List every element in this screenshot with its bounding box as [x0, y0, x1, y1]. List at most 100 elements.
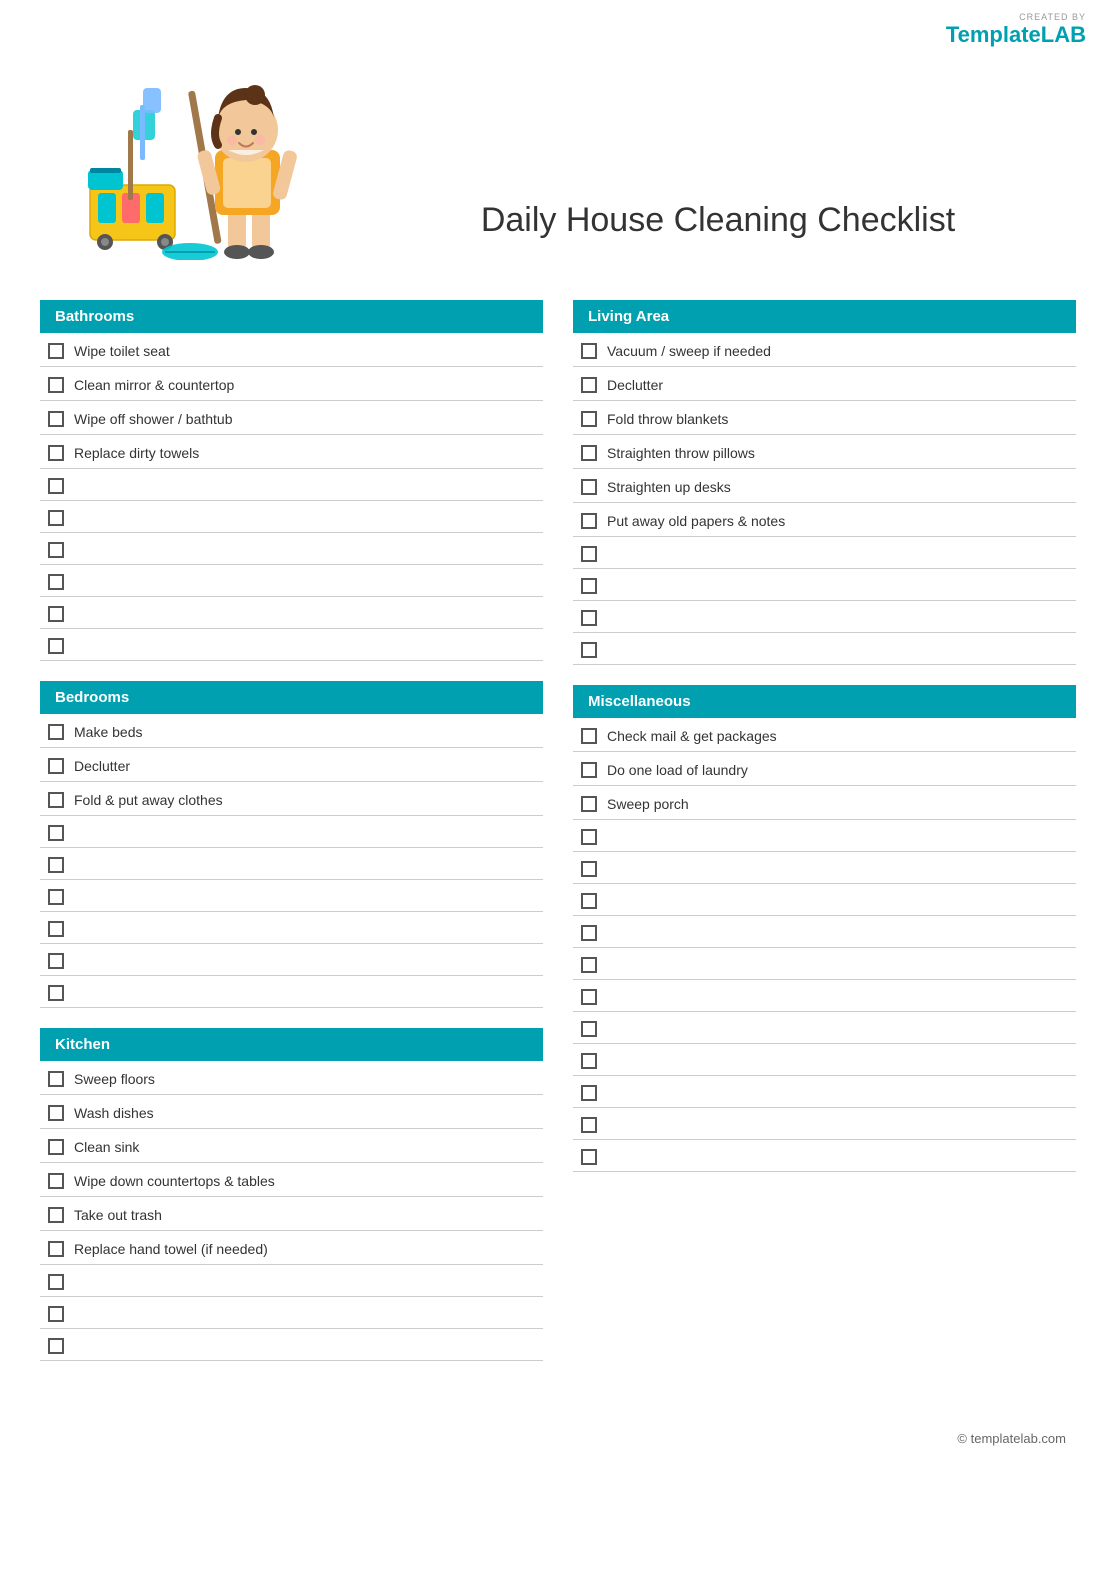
checkbox-icon[interactable]: [48, 953, 64, 969]
checkbox-icon[interactable]: [48, 921, 64, 937]
checkbox-icon[interactable]: [48, 1241, 64, 1257]
list-item[interactable]: [573, 1012, 1076, 1044]
list-item[interactable]: Replace dirty towels: [40, 435, 543, 469]
checkbox-icon[interactable]: [581, 796, 597, 812]
checkbox-icon[interactable]: [48, 724, 64, 740]
list-item[interactable]: Replace hand towel (if needed): [40, 1231, 543, 1265]
list-item[interactable]: [40, 501, 543, 533]
checkbox-icon[interactable]: [581, 728, 597, 744]
checkbox-icon[interactable]: [48, 343, 64, 359]
list-item[interactable]: [40, 1297, 543, 1329]
list-item[interactable]: [40, 944, 543, 976]
list-item[interactable]: [40, 880, 543, 912]
checkbox-icon[interactable]: [581, 1021, 597, 1037]
checkbox-icon[interactable]: [581, 513, 597, 529]
list-item[interactable]: [573, 916, 1076, 948]
checkbox-icon[interactable]: [48, 1071, 64, 1087]
checkbox-icon[interactable]: [48, 1105, 64, 1121]
list-item[interactable]: [573, 948, 1076, 980]
checkbox-icon[interactable]: [581, 1117, 597, 1133]
list-item[interactable]: Clean mirror & countertop: [40, 367, 543, 401]
checkbox-icon[interactable]: [581, 377, 597, 393]
list-item[interactable]: [573, 1076, 1076, 1108]
list-item[interactable]: Straighten up desks: [573, 469, 1076, 503]
checkbox-icon[interactable]: [48, 377, 64, 393]
list-item[interactable]: [573, 633, 1076, 665]
checkbox-icon[interactable]: [48, 638, 64, 654]
checkbox-icon[interactable]: [581, 445, 597, 461]
list-item[interactable]: Put away old papers & notes: [573, 503, 1076, 537]
list-item[interactable]: [40, 816, 543, 848]
checkbox-icon[interactable]: [581, 861, 597, 877]
checkbox-icon[interactable]: [48, 889, 64, 905]
checkbox-icon[interactable]: [48, 985, 64, 1001]
checkbox-icon[interactable]: [48, 825, 64, 841]
list-item[interactable]: [40, 565, 543, 597]
checkbox-icon[interactable]: [581, 479, 597, 495]
checkbox-icon[interactable]: [581, 578, 597, 594]
checkbox-icon[interactable]: [48, 1274, 64, 1290]
list-item[interactable]: [573, 569, 1076, 601]
list-item[interactable]: [573, 852, 1076, 884]
list-item[interactable]: Do one load of laundry: [573, 752, 1076, 786]
checkbox-icon[interactable]: [48, 1338, 64, 1354]
list-item[interactable]: [40, 469, 543, 501]
checkbox-icon[interactable]: [48, 1306, 64, 1322]
list-item[interactable]: [573, 537, 1076, 569]
list-item[interactable]: Fold throw blankets: [573, 401, 1076, 435]
checkbox-icon[interactable]: [48, 606, 64, 622]
checkbox-icon[interactable]: [48, 758, 64, 774]
checkbox-icon[interactable]: [48, 1139, 64, 1155]
checkbox-icon[interactable]: [48, 510, 64, 526]
list-item[interactable]: [40, 848, 543, 880]
list-item[interactable]: Take out trash: [40, 1197, 543, 1231]
checkbox-icon[interactable]: [48, 1207, 64, 1223]
list-item[interactable]: Straighten throw pillows: [573, 435, 1076, 469]
checkbox-icon[interactable]: [581, 411, 597, 427]
checkbox-icon[interactable]: [581, 610, 597, 626]
checkbox-icon[interactable]: [581, 546, 597, 562]
list-item[interactable]: [40, 1265, 543, 1297]
list-item[interactable]: [573, 601, 1076, 633]
list-item[interactable]: Sweep floors: [40, 1061, 543, 1095]
list-item[interactable]: Check mail & get packages: [573, 718, 1076, 752]
checkbox-icon[interactable]: [48, 792, 64, 808]
list-item[interactable]: [573, 820, 1076, 852]
checkbox-icon[interactable]: [581, 829, 597, 845]
checkbox-icon[interactable]: [48, 411, 64, 427]
list-item[interactable]: Fold & put away clothes: [40, 782, 543, 816]
checkbox-icon[interactable]: [48, 542, 64, 558]
checkbox-icon[interactable]: [48, 857, 64, 873]
checkbox-icon[interactable]: [581, 1053, 597, 1069]
checkbox-icon[interactable]: [48, 1173, 64, 1189]
list-item[interactable]: [573, 1044, 1076, 1076]
list-item[interactable]: [573, 884, 1076, 916]
list-item[interactable]: [40, 629, 543, 661]
checkbox-icon[interactable]: [581, 343, 597, 359]
list-item[interactable]: Wipe off shower / bathtub: [40, 401, 543, 435]
checkbox-icon[interactable]: [48, 445, 64, 461]
list-item[interactable]: Declutter: [40, 748, 543, 782]
list-item[interactable]: [40, 976, 543, 1008]
list-item[interactable]: Wipe down countertops & tables: [40, 1163, 543, 1197]
list-item[interactable]: [40, 1329, 543, 1361]
list-item[interactable]: Make beds: [40, 714, 543, 748]
checkbox-icon[interactable]: [581, 642, 597, 658]
list-item[interactable]: Clean sink: [40, 1129, 543, 1163]
checkbox-icon[interactable]: [581, 957, 597, 973]
list-item[interactable]: Declutter: [573, 367, 1076, 401]
checkbox-icon[interactable]: [581, 1149, 597, 1165]
list-item[interactable]: [40, 597, 543, 629]
list-item[interactable]: Vacuum / sweep if needed: [573, 333, 1076, 367]
checkbox-icon[interactable]: [581, 1085, 597, 1101]
list-item[interactable]: [40, 533, 543, 565]
list-item[interactable]: Wipe toilet seat: [40, 333, 543, 367]
checkbox-icon[interactable]: [48, 478, 64, 494]
checkbox-icon[interactable]: [581, 925, 597, 941]
list-item[interactable]: [573, 980, 1076, 1012]
list-item[interactable]: [40, 912, 543, 944]
list-item[interactable]: Sweep porch: [573, 786, 1076, 820]
list-item[interactable]: [573, 1108, 1076, 1140]
checkbox-icon[interactable]: [581, 762, 597, 778]
list-item[interactable]: Wash dishes: [40, 1095, 543, 1129]
